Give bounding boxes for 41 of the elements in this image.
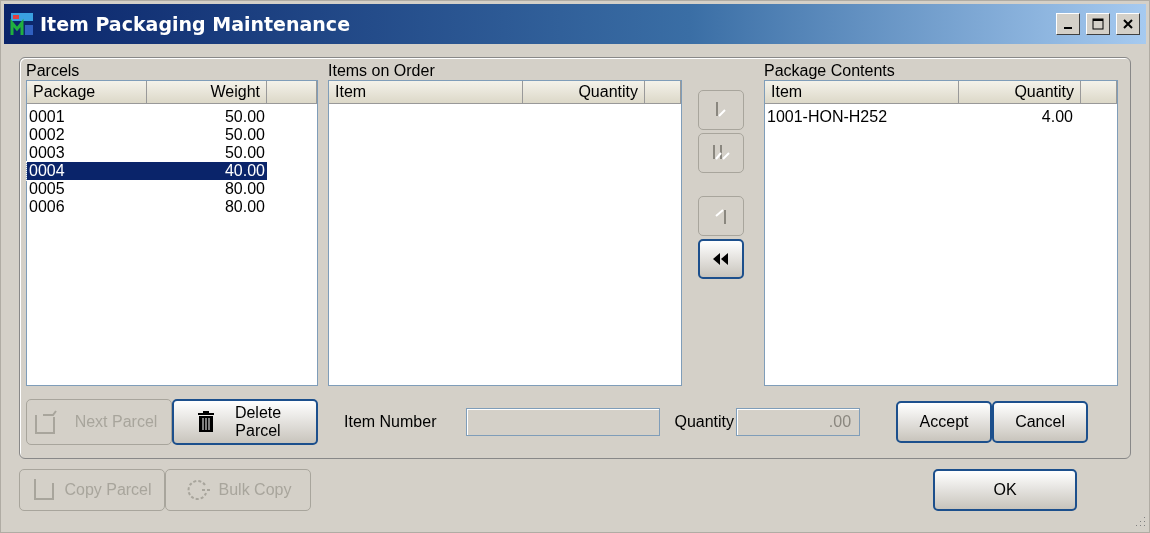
minimize-icon	[1064, 27, 1072, 29]
bracket-icon	[32, 477, 57, 503]
maximize-button[interactable]	[1086, 13, 1110, 35]
list-row[interactable]: 0001 50.00	[27, 108, 267, 126]
accept-button[interactable]: Accept	[896, 401, 993, 443]
trash-icon	[197, 411, 215, 433]
column-header	[267, 81, 317, 103]
item-number-field[interactable]	[466, 408, 661, 436]
ok-button[interactable]: OK	[933, 469, 1077, 511]
delete-button[interactable]: Delete Parcel	[172, 399, 318, 445]
close-button[interactable]	[1116, 13, 1140, 35]
close-icon	[1122, 18, 1134, 30]
field-label: Quantity	[674, 413, 735, 431]
parcels-list[interactable]: Package Weight 0001 50.00 0002 50.00 0003 50.00 0004 40.00 0005 80.00 0006 80.00	[26, 80, 318, 386]
list-caption: Parcels	[26, 62, 81, 80]
column-header[interactable]: Weight	[147, 81, 267, 103]
items-list[interactable]: Item Quantity	[328, 80, 682, 386]
list-row[interactable]: 0005 80.00	[27, 180, 267, 198]
maximize-icon	[1092, 18, 1104, 30]
column-header	[645, 81, 681, 103]
list-row[interactable]: 0003 50.00	[27, 144, 267, 162]
column-header	[1081, 81, 1117, 103]
list-caption: Items on Order	[328, 62, 436, 80]
column-header[interactable]: Quantity	[523, 81, 645, 103]
list-row[interactable]: 0006 80.00	[27, 198, 267, 216]
window-title: Item Packaging Maintenance	[40, 13, 352, 35]
contents-list[interactable]: Item Quantity 1001-HON-H252 4.00	[764, 80, 1118, 386]
transfer-button[interactable]	[698, 239, 744, 279]
list-row[interactable]: 1001-HON-H252 4.00	[765, 108, 1075, 126]
list-row[interactable]: 0002 50.00	[27, 126, 267, 144]
column-header[interactable]: Item	[765, 81, 959, 103]
column-header[interactable]: Item	[329, 81, 523, 103]
app-logo-icon	[10, 12, 34, 36]
minimize-button[interactable]	[1056, 13, 1080, 35]
list-caption: Package Contents	[764, 62, 896, 80]
list-row[interactable]: 0004 40.00	[27, 162, 267, 180]
cancel-button[interactable]: Cancel	[992, 401, 1089, 443]
box-icon	[33, 409, 59, 435]
column-header[interactable]: Package	[27, 81, 147, 103]
column-header[interactable]: Quantity	[959, 81, 1081, 103]
field-label: Item Number	[344, 413, 437, 431]
